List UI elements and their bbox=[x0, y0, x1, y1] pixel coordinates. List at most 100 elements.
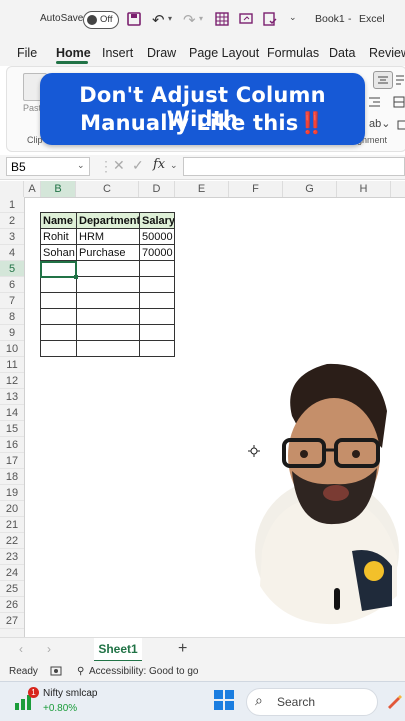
table-cell-d10[interactable] bbox=[139, 340, 175, 357]
merge-icon[interactable] bbox=[393, 95, 405, 113]
column-header-f[interactable]: F bbox=[229, 181, 283, 197]
pen-app-icon[interactable] bbox=[386, 693, 402, 714]
insert-function-icon[interactable]: fx bbox=[153, 157, 165, 172]
table-cell-d3[interactable]: 50000 bbox=[139, 228, 175, 245]
enter-icon[interactable]: ✓ bbox=[132, 157, 144, 174]
table-cell-c5[interactable] bbox=[76, 260, 140, 277]
wrap-text-icon[interactable] bbox=[395, 73, 405, 91]
table-cell-b10[interactable] bbox=[40, 340, 77, 357]
redo-icon[interactable]: ↷ bbox=[183, 11, 196, 29]
scroll-left-icon[interactable]: ‹ bbox=[19, 642, 23, 656]
row-header-22[interactable]: 22 bbox=[0, 533, 24, 549]
table-cell-c8[interactable] bbox=[76, 308, 140, 325]
row-header-20[interactable]: 20 bbox=[0, 501, 24, 517]
screen-icon[interactable] bbox=[239, 12, 253, 31]
table-cell-c6[interactable] bbox=[76, 276, 140, 293]
table-cell-c10[interactable] bbox=[76, 340, 140, 357]
align-right-icon[interactable] bbox=[367, 95, 381, 113]
macro-icon[interactable] bbox=[50, 665, 62, 680]
accessibility-status[interactable]: Accessibility: Good to go bbox=[89, 666, 199, 677]
fx-dropdown-icon[interactable]: ⌄ bbox=[170, 160, 178, 171]
tab-formulas[interactable]: Formulas bbox=[267, 46, 319, 60]
column-header-d[interactable]: D bbox=[139, 181, 175, 197]
row-header-23[interactable]: 23 bbox=[0, 549, 24, 565]
table-cell-b8[interactable] bbox=[40, 308, 77, 325]
table-cell-c3[interactable]: HRM bbox=[76, 228, 140, 245]
row-header-26[interactable]: 26 bbox=[0, 597, 24, 613]
align-center-icon[interactable] bbox=[373, 71, 393, 89]
orientation-icon[interactable]: ab⌄ bbox=[369, 117, 390, 130]
row-header-5[interactable]: 5 bbox=[0, 261, 24, 277]
taskbar-search[interactable]: ⌕ Search bbox=[246, 688, 378, 716]
table-cell-d5[interactable] bbox=[139, 260, 175, 277]
widget-name[interactable]: Nifty smlcap bbox=[43, 688, 97, 699]
row-header-12[interactable]: 12 bbox=[0, 373, 24, 389]
column-header-e[interactable]: E bbox=[175, 181, 229, 197]
accessibility-icon[interactable]: ⚲ bbox=[77, 666, 84, 677]
select-all-corner[interactable] bbox=[0, 181, 24, 197]
row-header-13[interactable]: 13 bbox=[0, 389, 24, 405]
row-header-17[interactable]: 17 bbox=[0, 453, 24, 469]
row-header-16[interactable]: 16 bbox=[0, 437, 24, 453]
column-header-b[interactable]: B bbox=[41, 181, 76, 197]
review-icon[interactable] bbox=[263, 12, 277, 31]
table-cell-c7[interactable] bbox=[76, 292, 140, 309]
row-header-1[interactable]: 1 bbox=[0, 197, 24, 213]
column-header-g[interactable]: G bbox=[283, 181, 337, 197]
column-header-c[interactable]: C bbox=[76, 181, 139, 197]
tab-data[interactable]: Data bbox=[329, 46, 355, 60]
fill-handle[interactable] bbox=[74, 275, 78, 279]
row-header-8[interactable]: 8 bbox=[0, 309, 24, 325]
table-cell-d4[interactable]: 70000 bbox=[139, 244, 175, 261]
table-cell-c4[interactable]: Purchase bbox=[76, 244, 140, 261]
table-header-cell[interactable]: Salary bbox=[139, 212, 175, 229]
row-header-2[interactable]: 2 bbox=[0, 213, 24, 229]
table-cell-b4[interactable]: Sohan bbox=[40, 244, 77, 261]
row-header-21[interactable]: 21 bbox=[0, 517, 24, 533]
table-cell-d7[interactable] bbox=[139, 292, 175, 309]
sheet-tab-sheet1[interactable]: Sheet1 bbox=[94, 638, 142, 662]
tab-file[interactable]: File bbox=[17, 46, 37, 60]
table-header-cell[interactable]: Department bbox=[76, 212, 140, 229]
selected-cell-b5[interactable] bbox=[40, 261, 77, 278]
row-header-3[interactable]: 3 bbox=[0, 229, 24, 245]
name-box-dropdown-icon[interactable]: ⌄ bbox=[77, 160, 85, 171]
table-cell-c9[interactable] bbox=[76, 324, 140, 341]
formula-input[interactable] bbox=[183, 157, 405, 176]
row-header-9[interactable]: 9 bbox=[0, 325, 24, 341]
row-header-24[interactable]: 24 bbox=[0, 565, 24, 581]
table-cell-b7[interactable] bbox=[40, 292, 77, 309]
table-cell-d9[interactable] bbox=[139, 324, 175, 341]
column-header-h[interactable]: H bbox=[337, 181, 391, 197]
row-header-18[interactable]: 18 bbox=[0, 469, 24, 485]
row-header-14[interactable]: 14 bbox=[0, 405, 24, 421]
table-header-cell[interactable]: Name bbox=[40, 212, 77, 229]
table-cell-b3[interactable]: Rohit bbox=[40, 228, 77, 245]
cancel-icon[interactable]: ✕ bbox=[113, 157, 125, 174]
redo-dropdown-icon[interactable]: ▾ bbox=[199, 14, 203, 23]
row-header-25[interactable]: 25 bbox=[0, 581, 24, 597]
autosave-toggle[interactable]: Off bbox=[83, 11, 119, 29]
column-header-a[interactable]: A bbox=[24, 181, 41, 197]
add-sheet-button[interactable]: + bbox=[178, 640, 187, 658]
row-header-15[interactable]: 15 bbox=[0, 421, 24, 437]
save-icon[interactable] bbox=[127, 12, 141, 26]
row-header-6[interactable]: 6 bbox=[0, 277, 24, 293]
table-cell-d8[interactable] bbox=[139, 308, 175, 325]
row-header-19[interactable]: 19 bbox=[0, 485, 24, 501]
table-icon[interactable] bbox=[215, 12, 229, 31]
undo-icon[interactable]: ↶ bbox=[152, 11, 165, 29]
row-header-7[interactable]: 7 bbox=[0, 293, 24, 309]
expand-icon[interactable] bbox=[397, 117, 405, 135]
tab-page-layout[interactable]: Page Layout bbox=[189, 46, 259, 60]
row-header-27[interactable]: 27 bbox=[0, 613, 24, 629]
tab-home[interactable]: Home bbox=[56, 46, 91, 60]
table-cell-b9[interactable] bbox=[40, 324, 77, 341]
table-cell-b6[interactable] bbox=[40, 276, 77, 293]
scroll-right-icon[interactable]: › bbox=[47, 642, 51, 656]
row-header-11[interactable]: 11 bbox=[0, 357, 24, 373]
row-header-4[interactable]: 4 bbox=[0, 245, 24, 261]
tab-review[interactable]: Review bbox=[369, 46, 405, 60]
row-header-10[interactable]: 10 bbox=[0, 341, 24, 357]
tab-insert[interactable]: Insert bbox=[102, 46, 133, 60]
